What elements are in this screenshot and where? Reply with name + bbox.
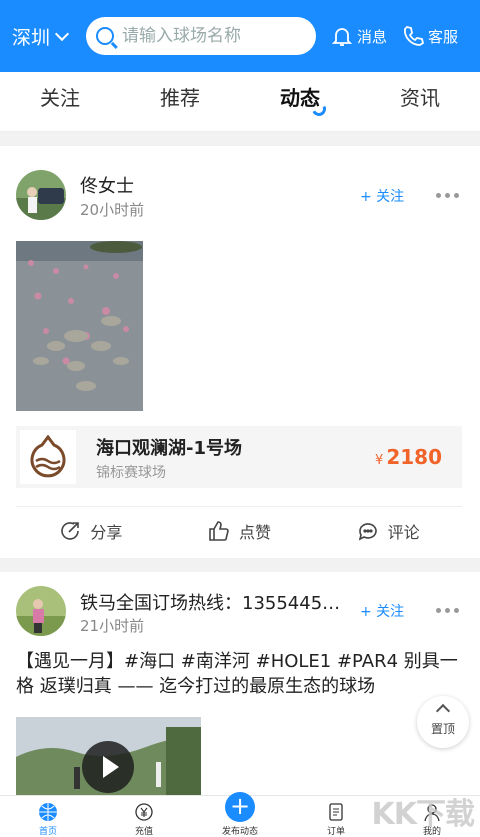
currency-symbol: ¥: [375, 453, 384, 468]
post-photo[interactable]: [16, 241, 143, 411]
city-selector[interactable]: 深圳: [12, 23, 86, 50]
customer-service-button[interactable]: 客服: [401, 24, 458, 48]
author-name[interactable]: 铁马全国订场热线：1355445…: [80, 589, 340, 615]
avatar[interactable]: [16, 170, 66, 220]
tab-label: 关注: [40, 86, 80, 110]
tab-label: 资讯: [400, 86, 440, 110]
post-card: 佟女士 20小时前 + 关注 海口观澜湖-1号场 锦标赛球场 ¥2180 分享 …: [0, 146, 480, 558]
nav-label: 发布动态: [221, 827, 258, 837]
message-button[interactable]: 消息: [330, 24, 387, 48]
city-label: 深圳: [12, 26, 51, 49]
home-globe-icon: [39, 803, 57, 821]
recharge-icon: [135, 803, 153, 821]
course-card[interactable]: 海口观澜湖-1号场 锦标赛球场 ¥2180: [16, 426, 462, 488]
tab-dynamics[interactable]: 动态: [240, 72, 360, 124]
post-time: 21小时前: [80, 617, 145, 635]
nav-recharge[interactable]: 充值: [96, 796, 192, 837]
chevron-down-icon: [54, 26, 70, 41]
nav-label: 充值: [134, 827, 153, 837]
watermark: KK下载: [371, 797, 475, 832]
comment-button[interactable]: 评论: [313, 507, 462, 554]
tab-recommend[interactable]: 推荐: [120, 72, 240, 124]
tab-follow[interactable]: 关注: [0, 72, 120, 124]
post-actions: 分享 点赞 评论: [16, 506, 462, 554]
plus-icon: +: [225, 792, 255, 822]
service-label: 客服: [428, 27, 459, 46]
thumbs-up-icon: [209, 520, 229, 541]
feed-tabs: 关注 推荐 动态 资讯: [0, 72, 480, 124]
share-button[interactable]: 分享: [16, 507, 165, 554]
scroll-to-top-button[interactable]: 置顶: [417, 696, 469, 748]
order-icon: [329, 803, 343, 821]
like-label: 点赞: [239, 522, 272, 542]
bell-icon: [331, 28, 353, 46]
nav-home[interactable]: 首页: [0, 796, 96, 837]
nav-label: 订单: [326, 827, 345, 837]
more-options-icon[interactable]: [436, 608, 459, 613]
nav-label: 首页: [38, 827, 57, 837]
course-name: 海口观澜湖-1号场: [96, 438, 242, 459]
tab-label: 推荐: [160, 86, 200, 110]
author-name[interactable]: 佟女士: [80, 172, 134, 198]
search-box[interactable]: [86, 17, 316, 55]
play-icon[interactable]: [82, 741, 134, 793]
nav-post[interactable]: + 发布动态: [192, 792, 288, 837]
post-card: 铁马全国订场热线：1355445… 21小时前 + 关注 【遇见一月】#海口 #…: [0, 572, 480, 802]
follow-button[interactable]: + 关注: [360, 186, 404, 206]
comment-icon: [358, 522, 377, 540]
avatar[interactable]: [16, 586, 66, 636]
chevron-up-icon: [435, 703, 451, 719]
scroll-to-top-label: 置顶: [430, 722, 455, 736]
share-label: 分享: [90, 522, 123, 542]
previous-card-edge: [0, 124, 480, 132]
tab-news[interactable]: 资讯: [360, 72, 480, 124]
search-input[interactable]: [122, 26, 302, 46]
like-button[interactable]: 点赞: [165, 507, 314, 554]
follow-button[interactable]: + 关注: [360, 601, 404, 621]
phone-icon: [404, 26, 425, 46]
post-video[interactable]: [16, 717, 201, 802]
share-icon: [61, 521, 80, 540]
message-label: 消息: [357, 27, 388, 46]
post-text: 【遇见一月】#海口 #南洋河 #HOLE1 #PAR4 别具一格 返璞归真 ——…: [16, 651, 458, 697]
course-logo: [20, 430, 76, 484]
comment-label: 评论: [387, 522, 420, 542]
search-icon: [96, 27, 114, 45]
more-options-icon[interactable]: [436, 193, 459, 198]
top-bar: 深圳 消息 客服: [0, 0, 480, 72]
nav-orders[interactable]: 订单: [288, 796, 384, 837]
course-type: 锦标赛球场: [96, 465, 166, 481]
post-time: 20小时前: [80, 201, 145, 219]
price-value: 2180: [386, 445, 442, 469]
course-price: ¥2180: [375, 445, 442, 469]
